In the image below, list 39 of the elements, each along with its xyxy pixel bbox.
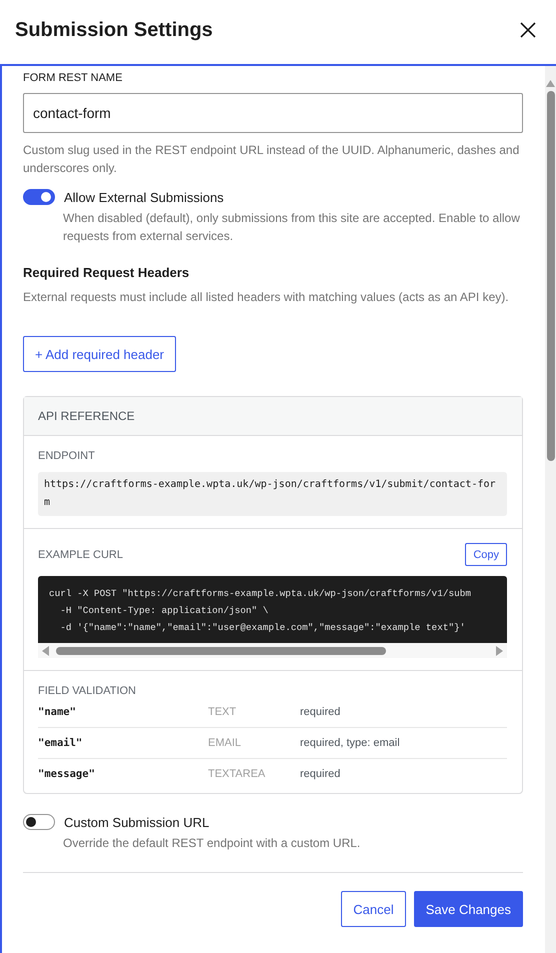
scroll-left-icon[interactable] (42, 646, 50, 656)
section-title: Required Request Headers (23, 265, 190, 280)
field-type: TEXT (208, 706, 238, 718)
validation-label: FIELD VALIDATION (38, 685, 138, 697)
code-line: -H "Content-Type: application/json" \ (59, 604, 270, 618)
scroll-right-icon[interactable] (495, 646, 503, 656)
scroll-up-icon[interactable] (546, 80, 555, 87)
help-text: Custom slug used in the REST endpoint URL instead of the UUID. Alphanumeric, dashes and underscores only. (23, 142, 520, 177)
cancel-button[interactable]: Cancel (341, 891, 406, 927)
field-label: FORM REST NAME (23, 72, 124, 84)
toggle-label: Allow External Submissions (64, 190, 224, 204)
panel-title: API REFERENCE (38, 409, 135, 423)
endpoint-url: https://craftforms-example.wpta.uk/wp-json/craftforms/v1/submit/contact-form (38, 472, 507, 516)
field-name: "name" (38, 706, 77, 718)
close-icon[interactable] (520, 22, 536, 38)
toggle-description: When disabled (default), only submissions from this site are accepted. Enable to allow requests from external services. (63, 210, 521, 245)
code-line: -d '{"name":"name","email":"user@example.com","message":"example text"}' (59, 621, 466, 635)
copy-button[interactable]: Copy (465, 543, 507, 566)
field-rules: required (300, 706, 340, 718)
rest-name-field[interactable]: contact-form (23, 93, 523, 133)
add-header-button[interactable]: + Add required header (23, 336, 176, 372)
field-rules: required (300, 768, 340, 780)
section-description: External requests must include all listed headers with matching values (acts as an API key). (23, 289, 510, 306)
toggle-switch[interactable] (23, 814, 55, 830)
toggle-switch[interactable] (23, 189, 55, 205)
save-button[interactable]: Save Changes (414, 891, 523, 927)
field-rules: required, type: email (300, 737, 400, 749)
field-name: "email" (38, 737, 84, 749)
toggle-description: Override the default REST endpoint with a custom URL. (63, 835, 362, 852)
horizontal-scrollbar[interactable] (38, 643, 507, 658)
toggle-label: Custom Submission URL (64, 814, 210, 830)
field-type: EMAIL (208, 737, 242, 749)
code-line: curl -X POST "https://craftforms-example.wpta.uk/wp-json/craftforms/v1/subm (49, 587, 472, 601)
dialog-title: Submission Settings (15, 18, 213, 42)
field-name: "message" (38, 768, 96, 780)
vertical-scrollbar[interactable] (545, 66, 556, 953)
field-type: TEXTAREA (208, 768, 266, 780)
curl-label: EXAMPLE CURL (38, 548, 123, 560)
endpoint-label: ENDPOINT (38, 450, 96, 462)
